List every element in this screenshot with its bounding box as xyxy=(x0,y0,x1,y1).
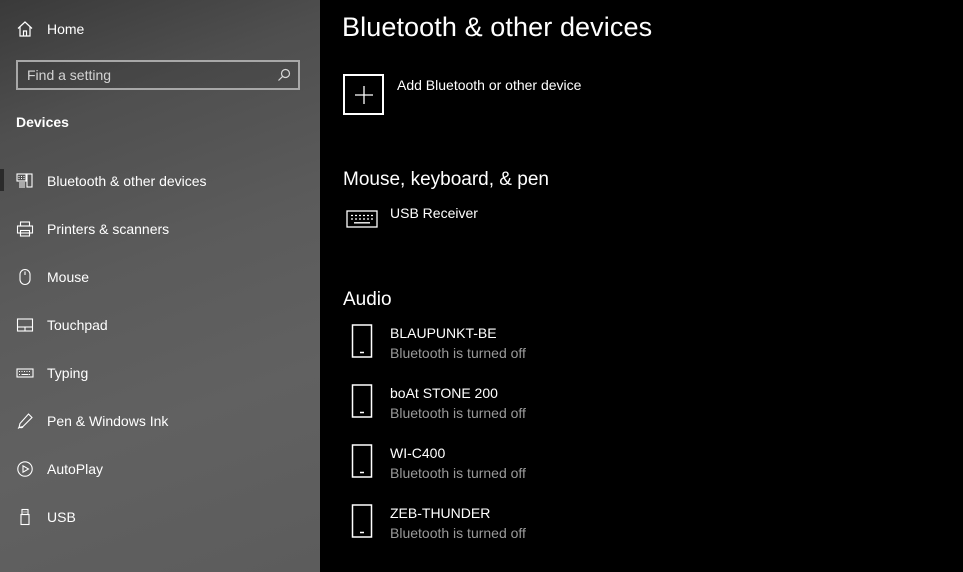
usb-icon xyxy=(16,508,34,526)
device-item-usb-receiver[interactable]: USB Receiver xyxy=(343,204,478,229)
sidebar-item-label: Typing xyxy=(47,365,89,381)
mouse-icon xyxy=(16,268,34,286)
plus-icon xyxy=(343,74,384,115)
autoplay-icon xyxy=(16,460,34,478)
main-panel: Bluetooth & other devices Add Bluetooth … xyxy=(320,0,963,572)
printer-icon xyxy=(16,220,34,238)
search-box[interactable] xyxy=(16,60,300,90)
sidebar-item-label: AutoPlay xyxy=(47,461,104,477)
sidebar-item-autoplay[interactable]: AutoPlay xyxy=(0,445,320,493)
home-icon xyxy=(16,20,34,38)
sidebar-item-label: USB xyxy=(47,509,76,525)
sidebar-item-label: Mouse xyxy=(47,269,90,285)
sidebar-item-typing[interactable]: Typing xyxy=(0,349,320,397)
search-input[interactable] xyxy=(18,62,277,88)
group-title-input: Mouse, keyboard, & pen xyxy=(343,169,549,190)
sidebar-item-pen[interactable]: Pen & Windows Ink xyxy=(0,397,320,445)
device-status: Bluetooth is turned off xyxy=(390,405,526,421)
device-name: ZEB-THUNDER xyxy=(390,505,491,521)
phone-device-icon xyxy=(343,444,381,482)
sidebar: Home Devices Bluetooth & other devices xyxy=(0,0,320,572)
keyboard-icon xyxy=(16,364,34,382)
device-item-wi-c400[interactable]: WI-C400 Bluetooth is turned off xyxy=(343,444,526,482)
sidebar-item-usb[interactable]: USB xyxy=(0,493,320,541)
sidebar-nav: Bluetooth & other devices Printers & sca… xyxy=(0,157,320,541)
home-button[interactable]: Home xyxy=(16,18,84,40)
phone-device-icon xyxy=(343,324,381,362)
home-label: Home xyxy=(47,21,85,37)
section-title: Devices xyxy=(16,114,69,130)
add-device-button[interactable]: Add Bluetooth or other device xyxy=(343,74,581,115)
device-name: WI-C400 xyxy=(390,445,446,461)
device-status: Bluetooth is turned off xyxy=(390,525,526,541)
pen-icon xyxy=(16,412,34,430)
device-item-boat-stone[interactable]: boAt STONE 200 Bluetooth is turned off xyxy=(343,384,526,422)
sidebar-item-label: Touchpad xyxy=(47,317,108,333)
sidebar-item-label: Printers & scanners xyxy=(47,221,170,237)
sidebar-item-bluetooth[interactable]: Bluetooth & other devices xyxy=(0,157,320,205)
keyboard-icon xyxy=(343,204,381,229)
device-item-blaupunkt[interactable]: BLAUPUNKT-BE Bluetooth is turned off xyxy=(343,324,526,362)
device-status: Bluetooth is turned off xyxy=(390,345,526,361)
sidebar-item-touchpad[interactable]: Touchpad xyxy=(0,301,320,349)
sidebar-item-label: Bluetooth & other devices xyxy=(47,173,207,189)
sidebar-item-label: Pen & Windows Ink xyxy=(47,413,169,429)
device-item-zeb-thunder[interactable]: ZEB-THUNDER Bluetooth is turned off xyxy=(343,504,526,542)
phone-device-icon xyxy=(343,504,381,542)
device-name: boAt STONE 200 xyxy=(390,385,498,401)
sidebar-item-mouse[interactable]: Mouse xyxy=(0,253,320,301)
device-name: USB Receiver xyxy=(390,205,478,221)
phone-device-icon xyxy=(343,384,381,422)
device-name: BLAUPUNKT-BE xyxy=(390,325,497,341)
bluetooth-devices-icon xyxy=(16,172,34,190)
device-status: Bluetooth is turned off xyxy=(390,465,526,481)
sidebar-item-printers[interactable]: Printers & scanners xyxy=(0,205,320,253)
search-icon[interactable] xyxy=(277,68,291,82)
touchpad-icon xyxy=(16,316,34,334)
page-title: Bluetooth & other devices xyxy=(342,12,653,42)
add-device-label: Add Bluetooth or other device xyxy=(397,77,582,93)
group-title-audio: Audio xyxy=(343,289,392,310)
